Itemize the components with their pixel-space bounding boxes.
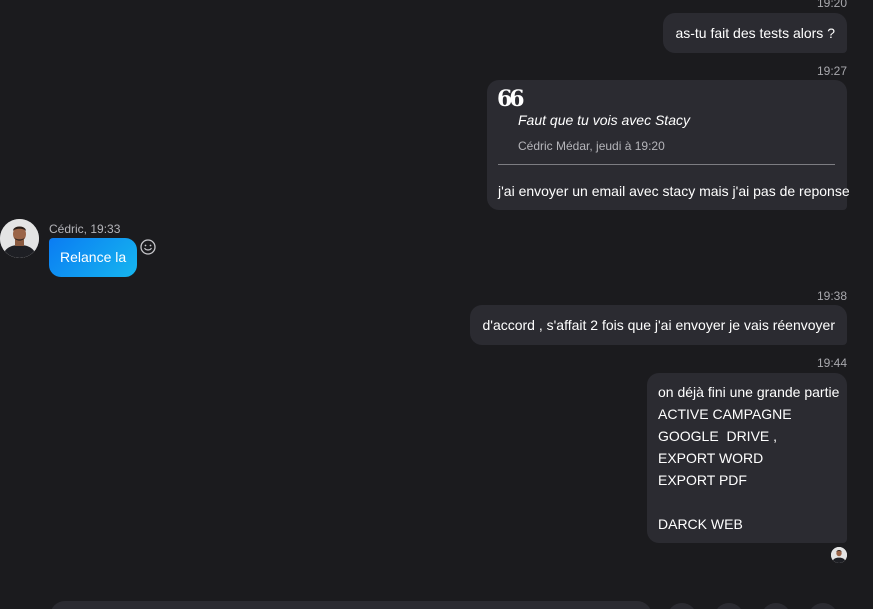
message-line: GOOGLE DRIVE ,	[658, 428, 778, 444]
message-input[interactable]	[50, 601, 652, 609]
quoted-message-text[interactable]: Faut que tu vois avec Stacy	[518, 112, 690, 128]
message-text: Relance la	[60, 249, 127, 265]
message-line	[658, 491, 836, 513]
quote-icon: 66	[497, 86, 525, 112]
sender-meta: Cédric, 19:33	[49, 222, 121, 236]
message-timestamp: 19:38	[816, 289, 847, 303]
outgoing-reply-message[interactable]: 66 Faut que tu vois avec Stacy Cédric Mé…	[487, 80, 850, 210]
composer-action-button[interactable]	[808, 603, 838, 609]
incoming-message[interactable]: Relance la	[49, 238, 138, 277]
message-timestamp: 19:20	[816, 0, 847, 10]
read-receipt-avatar	[831, 547, 847, 563]
outgoing-message[interactable]: as-tu fait des tests alors ?	[663, 13, 847, 53]
quote-divider	[498, 164, 835, 165]
composer-action-button[interactable]	[761, 603, 791, 609]
message-line: on déjà fini une grande partie	[658, 384, 840, 400]
chat-thread: 19:20 as-tu fait des tests alors ? 19:27…	[0, 0, 873, 609]
smiley-icon[interactable]	[139, 238, 157, 256]
composer-action-button[interactable]	[714, 603, 744, 609]
quoted-message-meta: Cédric Médar, jeudi à 19:20	[518, 139, 665, 153]
message-line: DARCK WEB	[658, 516, 743, 532]
message-line: EXPORT WORD	[658, 450, 764, 466]
message-timestamp: 19:27	[816, 64, 847, 78]
outgoing-message[interactable]: d'accord , s'affait 2 fois que j'ai envo…	[470, 305, 847, 345]
composer-action-button[interactable]	[667, 603, 697, 609]
message-text: d'accord , s'affait 2 fois que j'ai envo…	[482, 317, 835, 333]
message-timestamp: 19:44	[816, 356, 847, 370]
message-text: j'ai envoyer un email avec stacy mais j'…	[498, 183, 850, 199]
avatar[interactable]	[0, 219, 39, 258]
message-text: as-tu fait des tests alors ?	[675, 25, 835, 41]
message-line: ACTIVE CAMPAGNE	[658, 406, 792, 422]
message-line: EXPORT PDF	[658, 472, 747, 488]
outgoing-message[interactable]: on déjà fini une grande partie ACTIVE CA…	[647, 373, 847, 543]
